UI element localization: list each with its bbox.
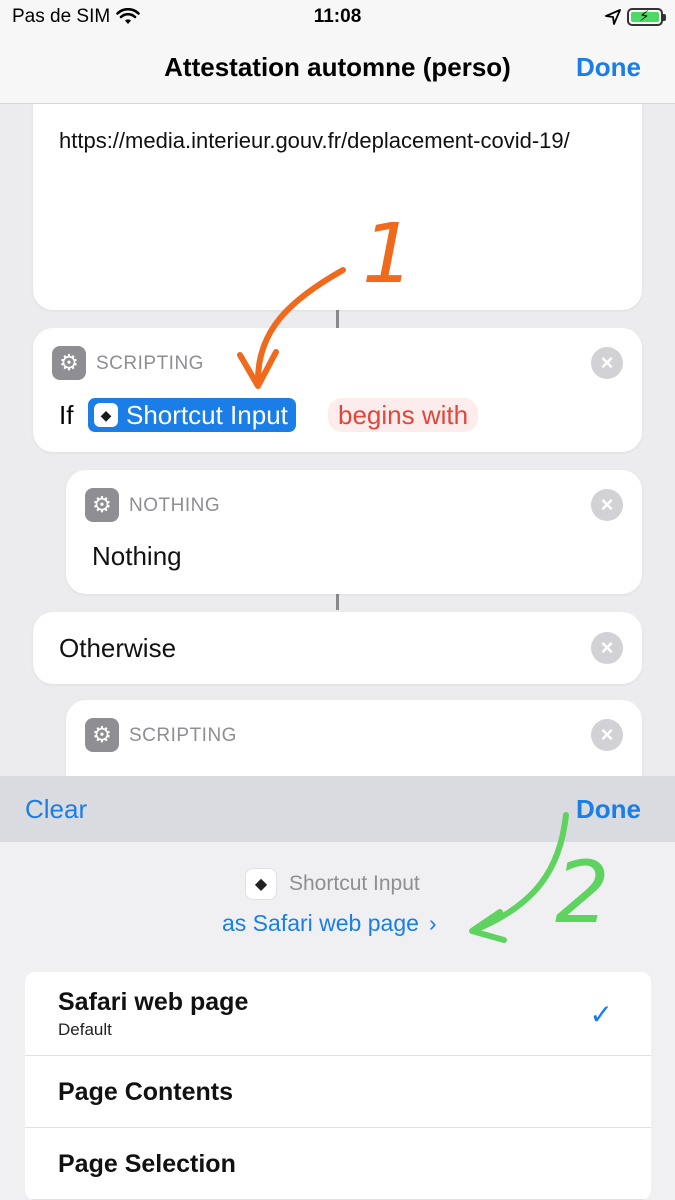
option-title: Page Selection xyxy=(58,1150,236,1178)
chevron-right-icon: › xyxy=(428,910,437,936)
action-category-label: SCRIPTING xyxy=(129,725,237,746)
option-subtitle: Default xyxy=(58,1020,112,1039)
option-title: Page Contents xyxy=(58,1078,234,1106)
list-item[interactable]: Page Selection xyxy=(25,1128,651,1200)
shortcut-input-token-label: Shortcut Input xyxy=(126,400,288,430)
close-icon[interactable]: × xyxy=(591,719,623,751)
shortcut-input-token[interactable]: ◆ Shortcut Input xyxy=(88,398,296,432)
option-title: Safari web page xyxy=(58,988,249,1016)
battery-charging-icon: ⚡ xyxy=(627,8,666,26)
sheet-done-button[interactable]: Done xyxy=(576,794,641,825)
if-keyword: If xyxy=(59,400,74,430)
otherwise-card[interactable]: Otherwise × xyxy=(33,612,642,684)
flow-connector xyxy=(336,310,339,330)
as-type-link-label: as Safari web page xyxy=(222,910,419,936)
variable-type-sheet: ◆ Shortcut Input as Safari web page › Saf… xyxy=(0,842,675,1200)
checkmark-icon: ✓ xyxy=(589,999,613,1030)
as-type-link[interactable]: as Safari web page › xyxy=(222,910,437,937)
carrier-label: Pas de SIM xyxy=(12,6,111,27)
flow-connector xyxy=(336,594,339,610)
page-title: Attestation automne (perso) xyxy=(164,52,511,82)
navigation-bar: Attestation automne (perso) Done xyxy=(0,34,675,104)
url-text[interactable]: https://media.interieur.gouv.fr/deplacem… xyxy=(59,126,579,156)
location-arrow-icon xyxy=(605,9,621,25)
list-item[interactable]: Page Contents xyxy=(25,1056,651,1128)
clear-button[interactable]: Clear xyxy=(25,794,87,825)
action-category-label: NOTHING xyxy=(129,495,221,516)
shortcuts-icon: ◆ xyxy=(245,868,277,900)
type-options-list: Safari web page Default ✓ Page Contents … xyxy=(25,972,651,1200)
action-title: Nothing xyxy=(92,541,182,571)
wifi-icon xyxy=(116,8,141,24)
status-bar: Pas de SIM 11:08 ⚡ xyxy=(0,0,675,34)
gear-icon: ⚙ xyxy=(85,718,119,752)
variable-name: Shortcut Input xyxy=(289,872,420,895)
action-category-label: SCRIPTING xyxy=(96,353,204,374)
url-action-card[interactable]: https://media.interieur.gouv.fr/deplacem… xyxy=(33,104,642,310)
shortcut-editor-canvas[interactable]: https://media.interieur.gouv.fr/deplacem… xyxy=(0,104,675,776)
condition-token[interactable]: begins with xyxy=(328,398,479,432)
nav-done-button[interactable]: Done xyxy=(576,52,641,83)
if-action-card[interactable]: ⚙ SCRIPTING × If ◆ Shortcut Input begins… xyxy=(33,328,642,452)
variable-header: ◆ Shortcut Input xyxy=(245,868,420,900)
otherwise-title: Otherwise xyxy=(59,633,177,663)
gear-icon: ⚙ xyxy=(85,488,119,522)
scripting-action-card[interactable]: ⚙ SCRIPTING × xyxy=(66,700,642,776)
shortcuts-icon: ◆ xyxy=(94,403,118,427)
status-left: Pas de SIM xyxy=(12,6,141,28)
status-right: ⚡ xyxy=(605,8,666,26)
gear-icon: ⚙ xyxy=(52,346,86,380)
close-icon[interactable]: × xyxy=(591,347,623,379)
close-icon[interactable]: × xyxy=(591,632,623,664)
close-icon[interactable]: × xyxy=(591,489,623,521)
list-item[interactable]: Safari web page Default ✓ xyxy=(25,972,651,1056)
nothing-action-card[interactable]: ⚙ NOTHING × Nothing xyxy=(66,470,642,594)
sheet-toolbar: Clear Done xyxy=(0,776,675,842)
